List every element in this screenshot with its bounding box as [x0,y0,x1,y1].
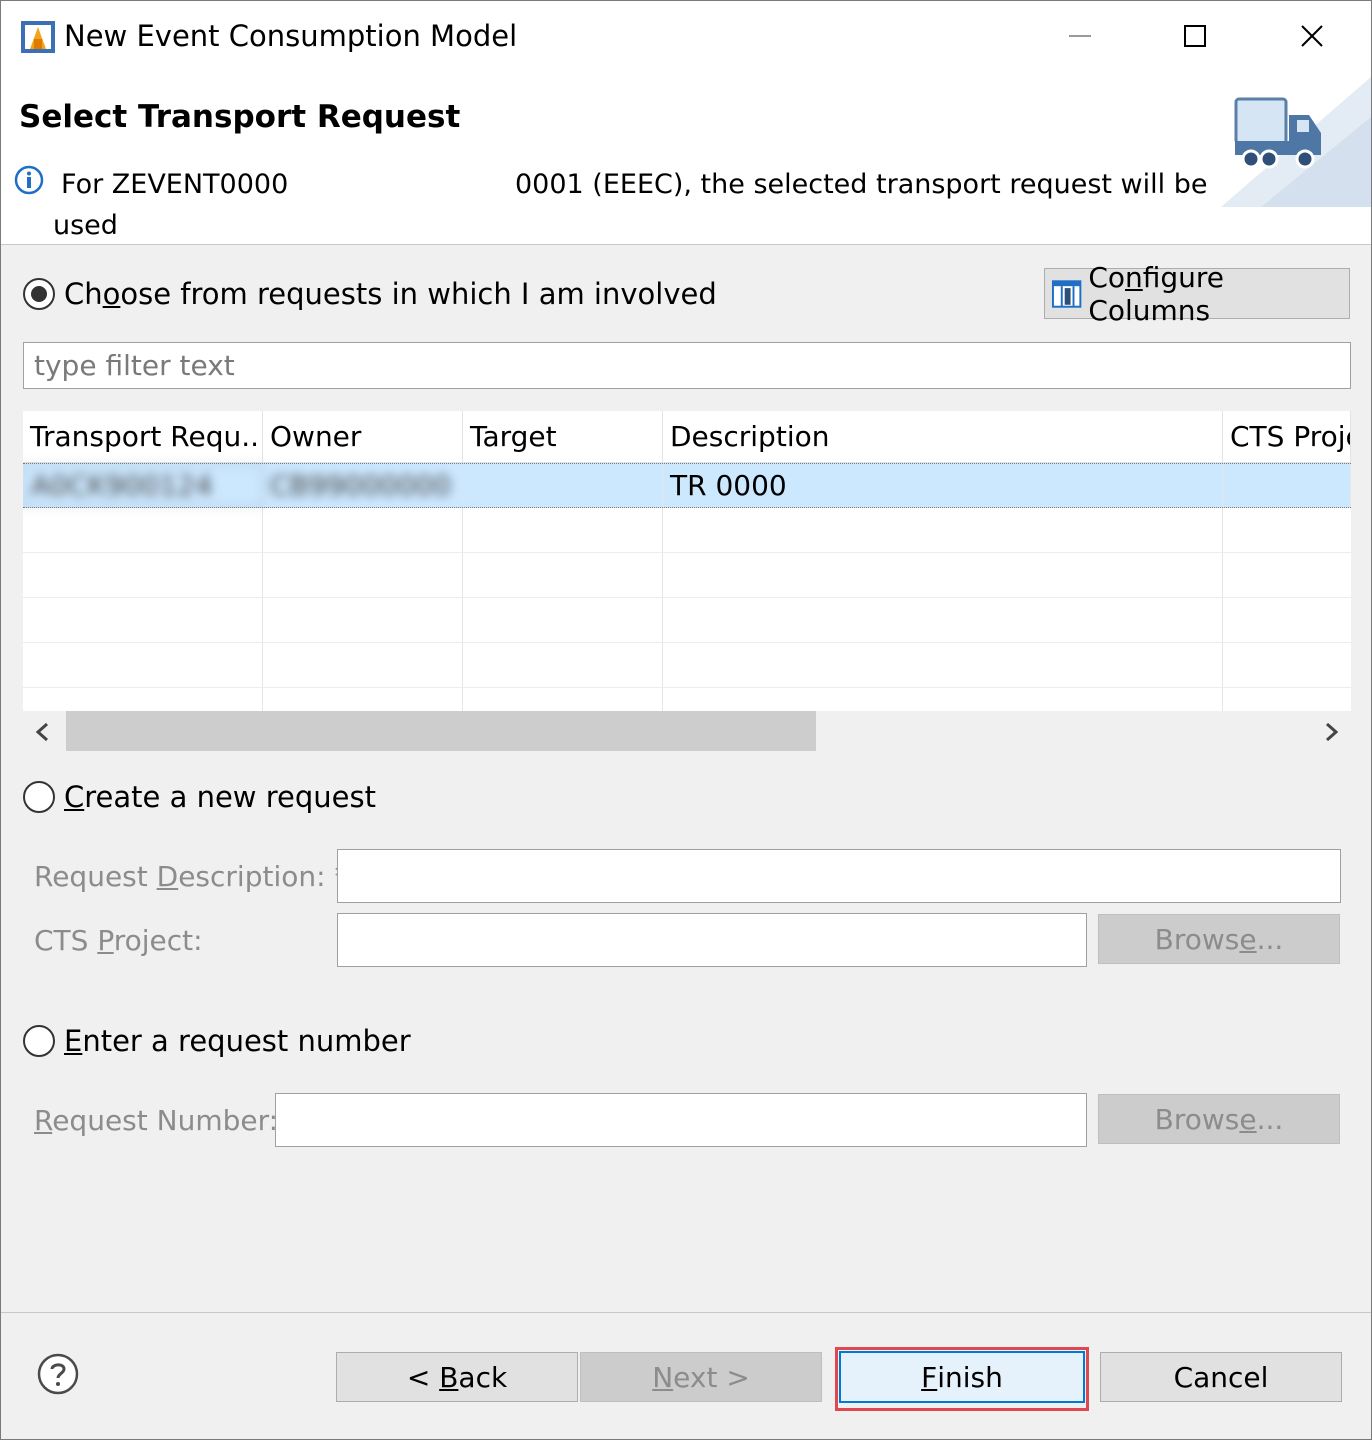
info-message-part2: 0001 (EEEC), the selected transport requ… [515,169,1208,200]
choose-requests-radio[interactable]: Choose from requests in which I am invol… [23,277,717,311]
column-header-cts-project[interactable]: CTS Proje [1223,411,1351,463]
column-header-target[interactable]: Target [463,411,663,463]
help-icon[interactable] [37,1353,79,1395]
info-icon [14,165,44,195]
empty-row [23,688,1351,711]
radio-unselected-icon [23,1025,55,1057]
empty-row [23,643,1351,688]
table-row[interactable]: A0CK900124 CB99000000 ... TR 0000 [23,463,1351,508]
column-header-description[interactable]: Description [663,411,1223,463]
scroll-right-icon[interactable] [1321,722,1341,742]
footer-separator [1,1312,1371,1313]
dialog-window: New Event Consumption Model Select Trans… [0,0,1372,1440]
info-message-part3: used [53,210,118,241]
cell-transport-request: A0CK900124 [23,464,263,507]
cell-target [463,464,663,507]
cts-project-browse-button[interactable]: Brows e... [1098,914,1340,964]
request-number-label: Request Number: [34,1104,279,1137]
radio-unselected-icon [23,781,55,813]
close-icon [1301,25,1323,47]
cancel-button[interactable]: Cancel [1100,1352,1342,1402]
scroll-left-icon[interactable] [33,722,53,742]
request-description-label: Request Description: * [34,860,349,893]
radio-selected-icon [23,278,55,310]
enter-request-label: Enter a request number [64,1024,411,1058]
request-number-browse-button[interactable]: Brows e... [1098,1094,1340,1144]
back-button[interactable]: < Back [336,1352,578,1402]
horizontal-scrollbar[interactable] [23,711,1351,753]
title-bar: New Event Consumption Model [1,1,1371,77]
page-title: Select Transport Request [19,99,461,135]
next-button[interactable]: Next > [580,1352,822,1402]
filter-input[interactable] [23,342,1351,389]
minimize-icon [1069,35,1091,37]
info-message-part1: For ZEVENT0000 [61,169,289,200]
choose-requests-label: Choose from requests in which I am invol… [64,277,717,311]
configure-columns-label: Configure Columns [1088,260,1225,327]
columns-icon [1051,279,1082,308]
configure-columns-button[interactable]: Configure Columns [1044,261,1350,327]
enter-request-radio[interactable]: Enter a request number [23,1024,411,1058]
window-title: New Event Consumption Model [64,19,518,53]
empty-row [23,553,1351,598]
column-header-owner[interactable]: Owner [263,411,463,463]
empty-row [23,598,1351,643]
cell-cts-project [1223,464,1351,507]
cell-owner: CB99000000 ... [263,464,463,507]
create-request-radio[interactable]: Create a new request [23,780,376,814]
wizard-header: Select Transport Request For ZEVENT0000 … [1,77,1371,245]
cell-description: TR 0000 [663,464,1223,507]
scrollbar-thumb[interactable] [66,711,816,751]
minimize-button[interactable] [1050,11,1110,61]
column-header-transport-request[interactable]: Transport Requ... [23,411,263,463]
empty-row [23,508,1351,553]
maximize-button[interactable] [1165,11,1225,61]
request-number-field[interactable] [275,1093,1087,1147]
cts-project-label: CTS Project: [34,924,203,957]
transport-requests-table: Transport Requ... Owner Target Descripti… [23,411,1351,711]
close-button[interactable] [1282,11,1342,61]
maximize-icon [1184,25,1206,47]
create-request-label: Create a new request [64,780,376,814]
transport-truck-icon [1221,77,1371,207]
request-description-field[interactable] [337,849,1341,903]
app-icon [21,21,55,53]
finish-highlight-box [835,1347,1089,1411]
cts-project-field[interactable] [337,913,1087,967]
